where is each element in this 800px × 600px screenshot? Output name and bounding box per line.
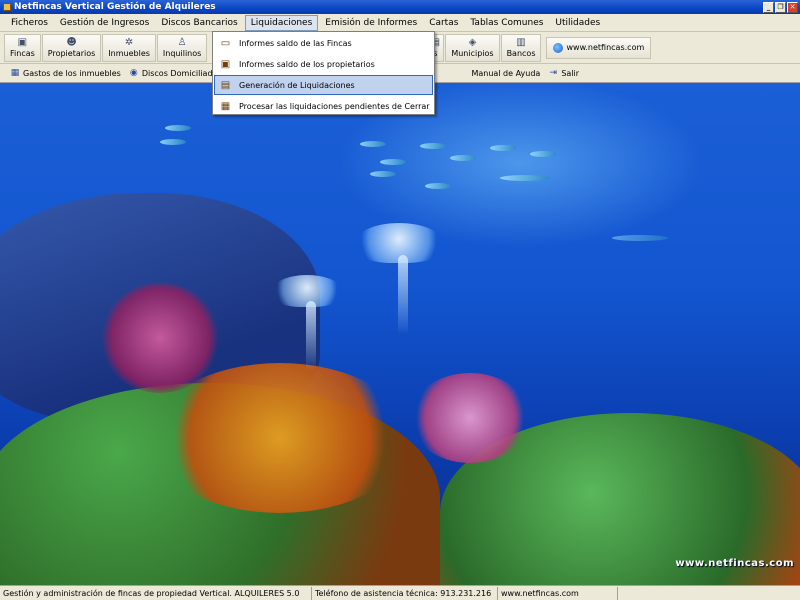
municipios-button[interactable]: ◈ Municipios [445,33,500,62]
fish [425,183,451,189]
jellyfish-large-tentacles [398,255,408,335]
fish [612,235,668,241]
menu-procesar-liquidaciones[interactable]: ▦ Procesar las liquidaciones pendientes … [214,96,433,116]
menu-tablas-comunes[interactable]: Tablas Comunes [465,16,548,30]
report-owner-icon: ▣ [220,58,231,70]
menu-generacion-liquidaciones[interactable]: ▤ Generación de Liquidaciones [214,75,433,95]
generate-icon: ▤ [220,79,231,91]
jellyfish-small-tentacles [306,301,316,371]
manual-ayuda-label: Manual de Ayuda [471,68,541,78]
building-icon: ▣ [17,36,28,48]
menu-informes-saldo-propietarios[interactable]: ▣ Informes saldo de los propietarios [214,54,433,74]
menu-discos-bancarios[interactable]: Discos Bancarios [156,16,242,30]
menu-utilidades[interactable]: Utilidades [550,16,605,30]
menu-informes-saldo-fincas-label: Informes saldo de las Fincas [239,38,352,48]
map-icon: ◈ [468,36,477,48]
main-background: www.netfincas.com [0,83,800,585]
inquilinos-button[interactable]: ♙ Inquilinos [156,33,208,62]
menu-liquidaciones[interactable]: Liquidaciones [244,14,319,31]
fish [530,151,556,157]
fincas-button-label: Fincas [10,48,35,58]
title-bar: Netfincas Vertical Gestión de Alquileres… [0,0,800,14]
status-empty-panel [618,587,800,600]
menu-cartas[interactable]: Cartas [424,16,463,30]
window-title: Netfincas Vertical Gestión de Alquileres [14,2,216,12]
salir-button[interactable]: ⇥ Salir [544,65,583,81]
pink-coral [100,283,220,393]
website-link-label: www.netfincas.com [566,43,645,52]
bancos-button[interactable]: ▥ Bancos [500,33,542,62]
minimize-button[interactable]: _ [763,1,774,13]
pink-coral-right [410,373,530,463]
fish [380,159,406,165]
menu-ficheros[interactable]: Ficheros [6,16,53,30]
municipios-button-label: Municipios [451,48,494,58]
menu-bar: Ficheros Gestión de Ingresos Discos Banc… [0,14,800,32]
bank-icon: ▥ [516,36,526,48]
discos-domiciliado-button[interactable]: ◉ Discos Domiciliado [125,65,222,81]
expenses-icon: ▦ [10,67,20,78]
inmuebles-button-label: Inmuebles [108,48,150,58]
propietarios-button-label: Propietarios [47,48,96,58]
menu-informes-saldo-fincas[interactable]: ▭ Informes saldo de las Fincas [214,33,433,53]
fincas-button[interactable]: ▣ Fincas [4,33,41,62]
fish [160,139,186,145]
globe-icon [553,42,564,53]
orange-coral [150,363,410,513]
status-phone: Teléfono de asistencia técnica: 913.231.… [312,586,498,600]
fish [165,125,191,131]
website-link[interactable]: www.netfincas.com [546,36,652,59]
restore-button[interactable]: ❐ [775,1,786,13]
propietarios-button[interactable]: ☻ Propietarios [41,33,102,62]
menu-procesar-liquidaciones-label: Procesar las liquidaciones pendientes de… [239,101,430,111]
menu-generacion-liquidaciones-label: Generación de Liquidaciones [239,80,355,90]
inmuebles-button[interactable]: ✲ Inmuebles [102,33,156,62]
menu-gestion-ingresos[interactable]: Gestión de Ingresos [55,16,154,30]
gastos-inmuebles-label: Gastos de los inmuebles [23,68,121,78]
menu-emision-informes[interactable]: Emisión de Informes [320,16,422,30]
fish [360,141,386,147]
liquidaciones-dropdown: ▭ Informes saldo de las Fincas ▣ Informe… [212,31,435,115]
manual-ayuda-button[interactable]: Manual de Ayuda [467,65,544,81]
gear-icon: ✲ [124,36,134,48]
status-bar: Gestión y administración de fincas de pr… [0,585,800,600]
exit-icon: ⇥ [549,67,558,78]
gastos-inmuebles-button[interactable]: ▦ Gastos de los inmuebles [6,65,125,81]
discos-domiciliado-label: Discos Domiciliado [141,68,218,78]
process-icon: ▦ [220,100,231,112]
window-controls: _ ❐ ✕ [763,1,800,13]
report-icon: ▭ [220,37,231,49]
fish [420,143,446,149]
fish [500,175,550,181]
person-icon: ♙ [177,36,187,48]
status-description: Gestión y administración de fincas de pr… [0,586,312,600]
disk-icon: ◉ [129,67,138,78]
bancos-button-label: Bancos [506,48,536,58]
menu-informes-saldo-propietarios-label: Informes saldo de los propietarios [239,59,375,69]
inquilinos-button-label: Inquilinos [162,48,202,58]
fish [450,155,476,161]
status-website: www.netfincas.com [498,586,618,600]
salir-label: Salir [561,68,580,78]
fish [370,171,396,177]
app-icon [3,3,11,11]
people-icon: ☻ [66,36,77,48]
fish [490,145,516,151]
close-button[interactable]: ✕ [787,1,798,13]
netfincas-watermark: www.netfincas.com [675,558,794,569]
